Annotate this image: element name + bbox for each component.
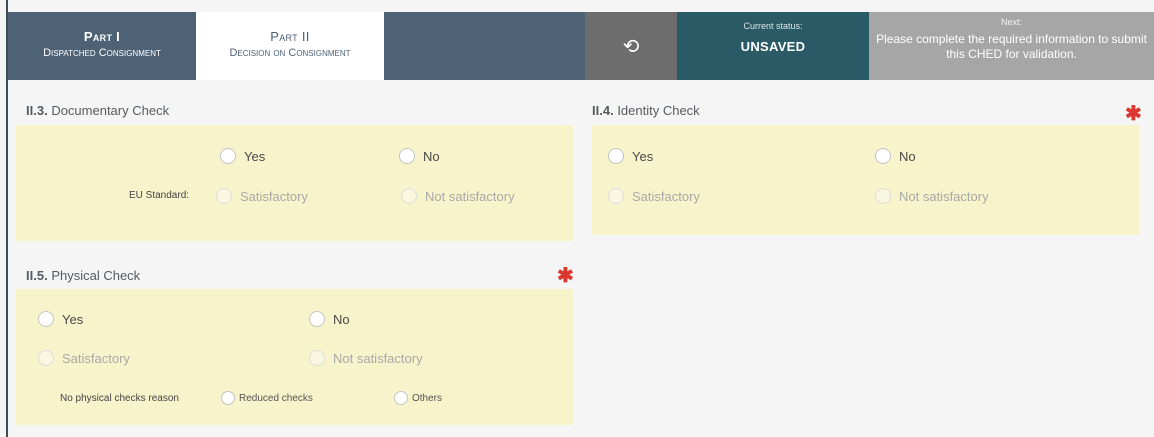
others-radio[interactable] — [394, 391, 408, 405]
tab-part-1-title: Part I — [83, 29, 121, 44]
header-bar: Part I Dispatched Consignment Part II De… — [8, 12, 1154, 80]
identity-yes-option[interactable]: Yes — [608, 148, 653, 164]
documentary-satisfactory-label: Satisfactory — [240, 188, 308, 204]
identity-check-label: Identity Check — [617, 103, 700, 118]
physical-not-satisfactory-radio[interactable] — [309, 350, 325, 366]
physical-satisfactory-option[interactable]: Satisfactory — [38, 350, 130, 366]
identity-check-title: II.4. Identity Check — [592, 103, 700, 118]
physical-yes-label: Yes — [62, 311, 84, 327]
others-option[interactable]: Others — [394, 391, 442, 405]
identity-satisfactory-option[interactable]: Satisfactory — [608, 188, 700, 204]
identity-check-number: II.4. — [592, 103, 614, 118]
documentary-satisfactory-option[interactable]: Satisfactory — [216, 188, 308, 204]
reduced-checks-option[interactable]: Reduced checks — [221, 391, 313, 405]
physical-check-number: II.5. — [26, 268, 48, 283]
documentary-check-title: II.3. Documentary Check — [26, 103, 169, 118]
documentary-yes-label: Yes — [244, 148, 266, 164]
status-label: Current status: — [743, 21, 803, 31]
documentary-not-satisfactory-option[interactable]: Not satisfactory — [401, 188, 515, 204]
page: Part I Dispatched Consignment Part II De… — [0, 0, 1154, 437]
identity-no-option[interactable]: No — [875, 148, 916, 164]
reduced-checks-label: Reduced checks — [239, 392, 313, 404]
next-step: Next: Please complete the required infor… — [869, 12, 1154, 80]
identity-not-satisfactory-radio[interactable] — [875, 188, 891, 204]
documentary-not-satisfactory-radio[interactable] — [401, 188, 417, 204]
physical-required-icon: ✱ — [557, 265, 574, 287]
identity-satisfactory-label: Satisfactory — [632, 188, 700, 204]
reduced-checks-radio[interactable] — [221, 391, 235, 405]
identity-required-icon: ✱ — [1125, 103, 1142, 125]
status-value: UNSAVED — [740, 39, 806, 54]
documentary-yes-radio[interactable] — [220, 148, 236, 164]
documentary-check-label: Documentary Check — [51, 103, 170, 118]
physical-yes-radio[interactable] — [38, 311, 54, 327]
tab-part-2-title: Part II — [270, 29, 310, 44]
physical-yes-option[interactable]: Yes — [38, 311, 83, 327]
current-status: Current status: UNSAVED — [677, 12, 869, 80]
physical-no-radio[interactable] — [309, 311, 325, 327]
identity-not-satisfactory-label: Not satisfactory — [899, 188, 989, 204]
physical-not-satisfactory-option[interactable]: Not satisfactory — [309, 350, 423, 366]
identity-no-label: No — [899, 148, 916, 164]
documentary-no-option[interactable]: No — [399, 148, 440, 164]
physical-no-option[interactable]: No — [309, 311, 350, 327]
documentary-satisfactory-radio[interactable] — [216, 188, 232, 204]
identity-yes-radio[interactable] — [608, 148, 624, 164]
identity-yes-label: Yes — [632, 148, 654, 164]
identity-satisfactory-radio[interactable] — [608, 188, 624, 204]
no-physical-checks-reason-label: No physical checks reason — [60, 393, 179, 404]
identity-no-radio[interactable] — [875, 148, 891, 164]
tab-part-2[interactable]: Part II Decision on Consignment — [196, 12, 384, 80]
history-icon: ⟲ — [622, 35, 640, 58]
identity-check-panel: Yes No Satisfactory Not satisfactory — [592, 125, 1139, 235]
others-label: Others — [412, 392, 443, 404]
documentary-not-satisfactory-label: Not satisfactory — [425, 188, 515, 204]
next-label: Next: — [1000, 17, 1022, 27]
physical-not-satisfactory-label: Not satisfactory — [333, 350, 423, 366]
documentary-no-radio[interactable] — [399, 148, 415, 164]
eu-standard-label: EU Standard: — [129, 190, 190, 201]
history-button[interactable]: ⟲ — [585, 12, 677, 80]
physical-satisfactory-radio[interactable] — [38, 350, 54, 366]
tab-part-2-subtitle: Decision on Consignment — [229, 47, 351, 59]
documentary-no-label: No — [423, 148, 440, 164]
physical-check-title: II.5. Physical Check — [26, 268, 140, 283]
documentary-check-panel: Yes No EU Standard: Satisfactory Not sat… — [16, 125, 573, 241]
physical-no-label: No — [333, 311, 350, 327]
identity-not-satisfactory-option[interactable]: Not satisfactory — [875, 188, 989, 204]
physical-satisfactory-label: Satisfactory — [62, 350, 130, 366]
tab-part-1-subtitle: Dispatched Consignment — [43, 47, 161, 59]
next-message: Please complete the required information… — [876, 32, 1147, 61]
documentary-yes-option[interactable]: Yes — [220, 148, 265, 164]
physical-check-label: Physical Check — [51, 268, 141, 283]
tab-part-1[interactable]: Part I Dispatched Consignment — [8, 12, 196, 80]
documentary-check-number: II.3. — [26, 103, 48, 118]
physical-check-panel: Yes No Satisfactory Not satisfactory No … — [16, 289, 573, 425]
